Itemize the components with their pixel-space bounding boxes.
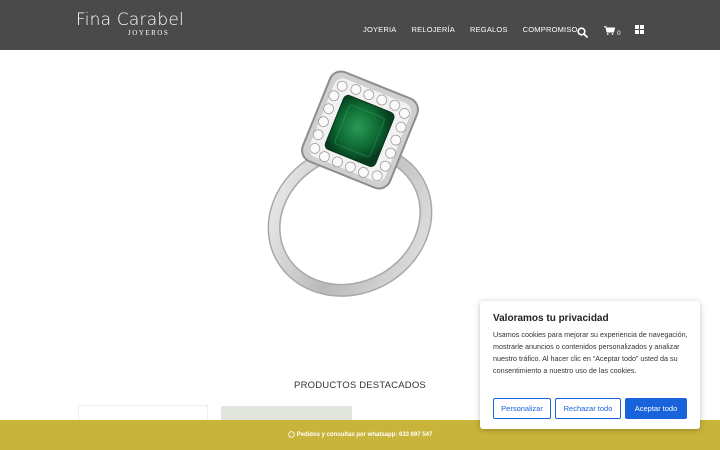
search-icon[interactable]	[577, 25, 588, 43]
main-nav: JOYERIA RELOJERÍA REGALOS COMPROMISO	[363, 25, 578, 34]
cookie-title: Valoramos tu privacidad	[493, 313, 609, 324]
product-hero-image	[255, 70, 465, 300]
reject-all-button[interactable]: Rechazar todo	[555, 398, 621, 419]
whatsapp-text: Pedidos y consultas por whatsapp: 633 69…	[296, 432, 433, 438]
logo-subtitle: JOYEROS	[128, 29, 170, 37]
nav-item-joyeria[interactable]: JOYERIA	[363, 25, 397, 34]
cart-icon	[604, 26, 616, 37]
logo-title: Fina Carabel	[76, 10, 184, 30]
whatsapp-icon	[287, 430, 295, 440]
customize-button[interactable]: Personalizar	[493, 398, 551, 419]
nav-item-compromiso[interactable]: COMPROMISO	[523, 25, 578, 34]
cart-button[interactable]: 0	[604, 26, 621, 37]
cookie-text: Usamos cookies para mejorar su experienc…	[493, 330, 688, 375]
nav-item-relojeria[interactable]: RELOJERÍA	[412, 25, 455, 34]
nav-item-regalos[interactable]: REGALOS	[470, 25, 508, 34]
logo[interactable]: Fina Carabel JOYEROS	[76, 10, 184, 37]
cart-count: 0	[617, 30, 621, 37]
grid-menu-icon[interactable]	[635, 25, 644, 34]
site-header: Fina Carabel JOYEROS JOYERIA RELOJERÍA R…	[0, 0, 720, 50]
cookie-consent-banner: Valoramos tu privacidad Usamos cookies p…	[480, 301, 700, 429]
accept-all-button[interactable]: Aceptar todo	[625, 398, 687, 419]
